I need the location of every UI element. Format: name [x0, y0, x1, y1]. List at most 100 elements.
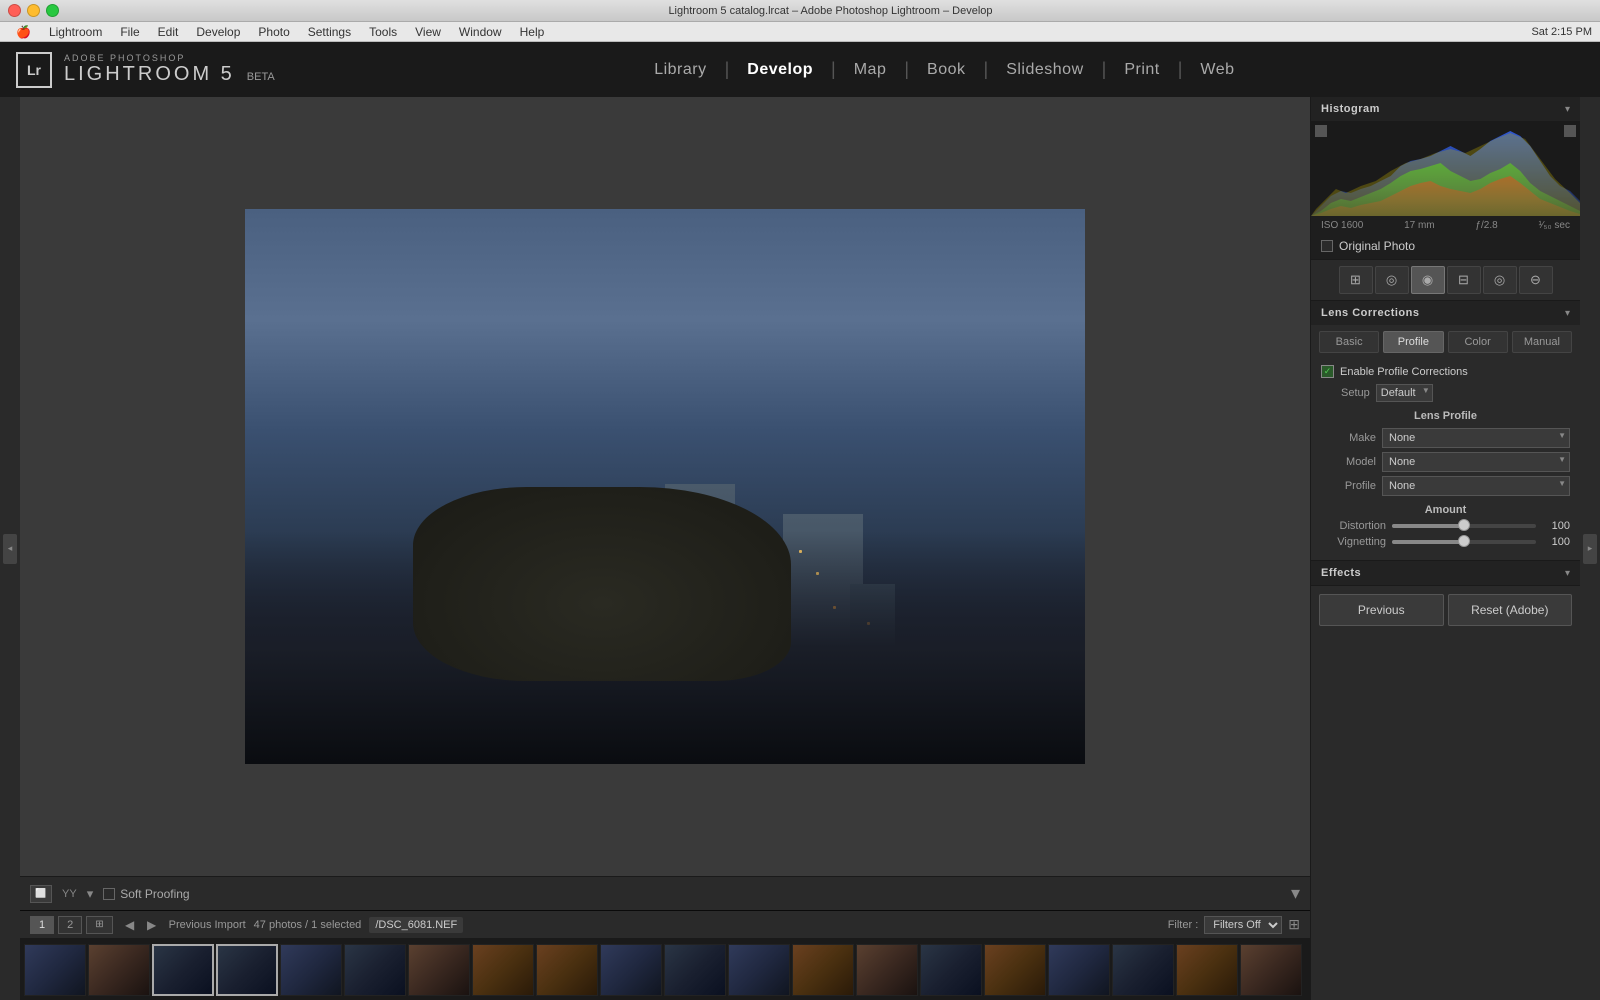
filmstrip-filename[interactable]: /DSC_6081.NEF [369, 917, 463, 933]
maximize-button[interactable] [46, 4, 59, 17]
enable-profile-row: ✓ Enable Profile Corrections [1321, 365, 1570, 378]
menu-tools[interactable]: Tools [361, 25, 405, 39]
soft-proofing-checkbox[interactable] [103, 888, 115, 900]
app-logo-name: LIGHTROOM 5 [64, 63, 235, 86]
original-photo-checkbox[interactable] [1321, 240, 1333, 252]
setup-select[interactable]: Default [1376, 384, 1433, 402]
nav-book[interactable]: Book [909, 61, 983, 79]
lens-corrections-section: Lens Corrections ▾ Basic Profile Color M… [1311, 301, 1580, 561]
menu-lightroom[interactable]: Lightroom [41, 25, 110, 39]
model-label: Model [1321, 456, 1376, 468]
soft-proofing-toggle[interactable]: Soft Proofing [103, 887, 189, 901]
histogram-header[interactable]: Histogram ▾ [1311, 97, 1580, 121]
thumb-16[interactable] [984, 944, 1046, 996]
filmstrip-grid-toggle[interactable]: ⊞ [1288, 916, 1300, 933]
tool-basic[interactable]: ⊞ [1339, 266, 1373, 294]
filter-select[interactable]: Filters Off [1204, 916, 1282, 934]
lens-tab-basic[interactable]: Basic [1319, 331, 1379, 353]
nav-slideshow[interactable]: Slideshow [988, 61, 1101, 79]
filmstrip-prev-arrow[interactable]: ◀ [121, 916, 139, 934]
tool-effects[interactable]: ⊖ [1519, 266, 1553, 294]
thumb-18[interactable] [1112, 944, 1174, 996]
window-controls[interactable] [8, 4, 59, 17]
thumb-6[interactable] [344, 944, 406, 996]
thumb-12[interactable] [728, 944, 790, 996]
thumb-17[interactable] [1048, 944, 1110, 996]
tool-lens[interactable]: ◎ [1483, 266, 1517, 294]
lens-tab-color[interactable]: Color [1448, 331, 1508, 353]
app-header: Lr ADOBE PHOTOSHOP LIGHTROOM 5 BETA Libr… [0, 42, 1600, 97]
left-panel-toggle[interactable]: ◂ [3, 534, 17, 564]
menu-develop[interactable]: Develop [188, 25, 248, 39]
vignetting-label: Vignetting [1321, 536, 1386, 548]
lens-tab-manual[interactable]: Manual [1512, 331, 1572, 353]
minimize-button[interactable] [27, 4, 40, 17]
previous-button[interactable]: Previous [1319, 594, 1444, 626]
tool-hsl[interactable]: ⊟ [1447, 266, 1481, 294]
thumb-20[interactable] [1240, 944, 1302, 996]
setup-select-wrap: Default [1376, 384, 1433, 402]
lens-corrections-title: Lens Corrections [1321, 307, 1419, 319]
model-select[interactable]: None [1382, 452, 1570, 472]
filmstrip-next-arrow[interactable]: ▶ [143, 916, 161, 934]
thumb-13[interactable] [792, 944, 854, 996]
vignetting-slider[interactable] [1392, 540, 1536, 544]
thumb-3[interactable] [152, 944, 214, 996]
reset-button[interactable]: Reset (Adobe) [1448, 594, 1573, 626]
filmstrip-import-label: Previous Import [169, 919, 246, 931]
menu-window[interactable]: Window [451, 25, 510, 39]
zoom-dropdown[interactable]: ▾ [1291, 883, 1300, 904]
vignetting-thumb[interactable] [1458, 535, 1470, 547]
center-area: ⬜ YY ▾ Soft Proofing ▾ 1 2 ⊞ [20, 97, 1310, 1000]
lens-tab-profile[interactable]: Profile [1383, 331, 1443, 353]
close-button[interactable] [8, 4, 21, 17]
right-panel-toggle[interactable]: ▸ [1583, 534, 1597, 564]
menu-help[interactable]: Help [512, 25, 553, 39]
photo-container [245, 209, 1085, 764]
thumb-2[interactable] [88, 944, 150, 996]
filmstrip-tab-1[interactable]: 1 [30, 916, 54, 934]
menu-photo[interactable]: Photo [250, 25, 297, 39]
nav-print[interactable]: Print [1106, 61, 1177, 79]
distortion-thumb[interactable] [1458, 519, 1470, 531]
menu-edit[interactable]: Edit [150, 25, 187, 39]
crop-tool-icon[interactable]: ⬜ [30, 885, 52, 903]
app-container: Lr ADOBE PHOTOSHOP LIGHTROOM 5 BETA Libr… [0, 42, 1600, 1000]
tool-detail[interactable]: ◉ [1411, 266, 1445, 294]
thumb-1[interactable] [24, 944, 86, 996]
thumb-11[interactable] [664, 944, 726, 996]
thumb-7[interactable] [408, 944, 470, 996]
menu-apple[interactable]: 🍎 [8, 25, 39, 39]
thumb-15[interactable] [920, 944, 982, 996]
make-select[interactable]: None [1382, 428, 1570, 448]
ratio-dropdown[interactable]: ▾ [87, 886, 94, 902]
filmstrip-tab-2[interactable]: 2 [58, 916, 82, 934]
main-photo[interactable] [245, 209, 1085, 764]
effects-header[interactable]: Effects ▾ [1311, 561, 1580, 585]
thumb-14[interactable] [856, 944, 918, 996]
lens-corrections-header[interactable]: Lens Corrections ▾ [1311, 301, 1580, 325]
thumb-4[interactable] [216, 944, 278, 996]
thumb-8[interactable] [472, 944, 534, 996]
enable-profile-checkbox[interactable]: ✓ [1321, 365, 1334, 378]
right-panel: Histogram ▾ [1310, 97, 1580, 1000]
menu-settings[interactable]: Settings [300, 25, 359, 39]
distortion-slider[interactable] [1392, 524, 1536, 528]
histogram-shadow-clip[interactable] [1315, 125, 1327, 137]
menu-file[interactable]: File [112, 25, 147, 39]
thumb-19[interactable] [1176, 944, 1238, 996]
app-logo: ADOBE PHOTOSHOP LIGHTROOM 5 BETA [64, 53, 275, 86]
profile-select[interactable]: None [1382, 476, 1570, 496]
mac-menu-bar: 🍎 Lightroom File Edit Develop Photo Sett… [0, 22, 1600, 42]
thumb-5[interactable] [280, 944, 342, 996]
histogram-highlight-clip[interactable] [1564, 125, 1576, 137]
filmstrip-grid-icon[interactable]: ⊞ [86, 916, 112, 934]
menu-view[interactable]: View [407, 25, 449, 39]
tool-curve[interactable]: ◎ [1375, 266, 1409, 294]
thumb-9[interactable] [536, 944, 598, 996]
nav-develop[interactable]: Develop [729, 61, 831, 79]
thumb-10[interactable] [600, 944, 662, 996]
nav-map[interactable]: Map [836, 61, 905, 79]
nav-web[interactable]: Web [1182, 61, 1252, 79]
nav-library[interactable]: Library [636, 61, 724, 79]
